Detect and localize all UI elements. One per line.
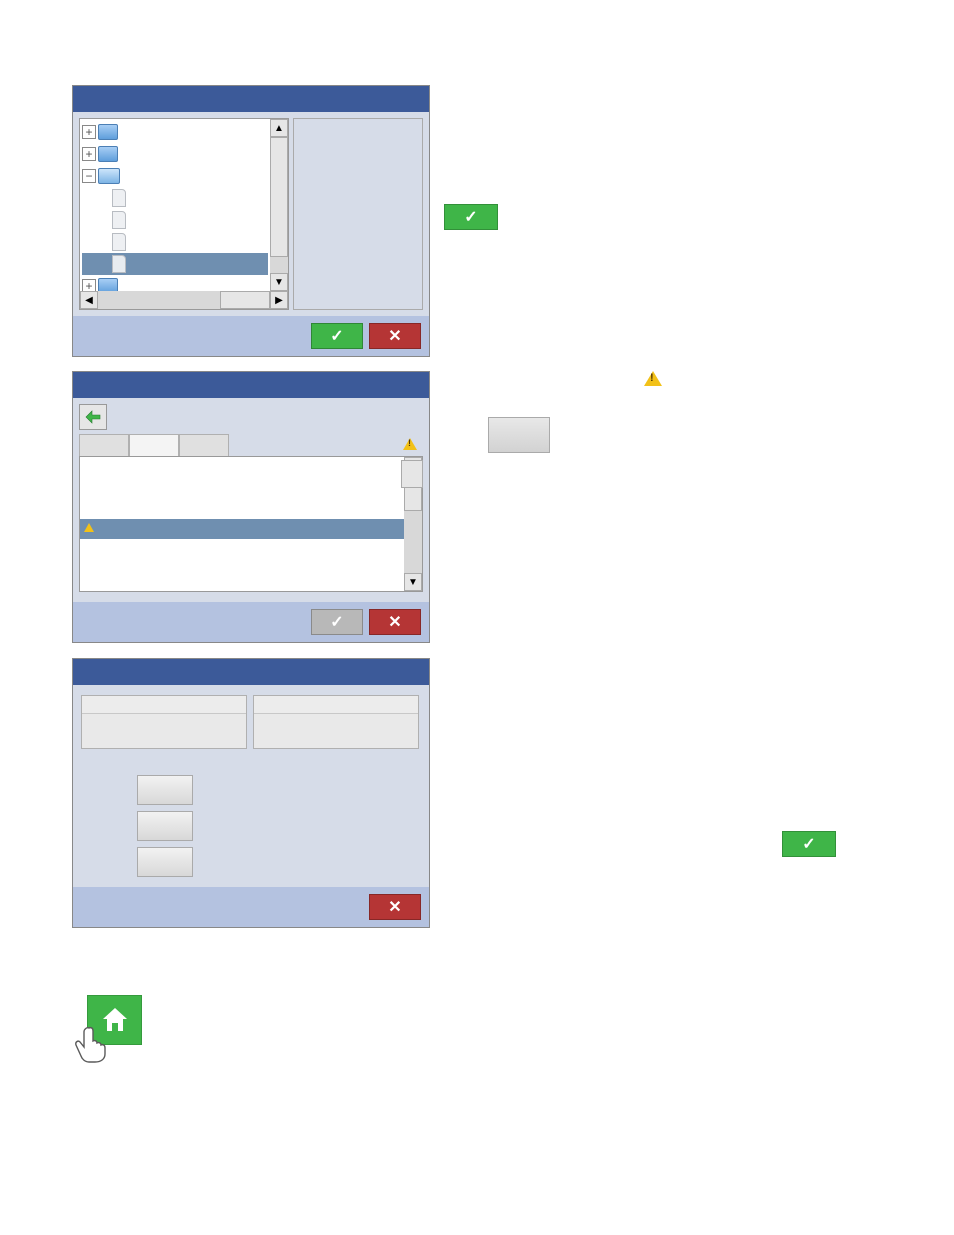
touch-home-icon bbox=[72, 995, 142, 1063]
file-tree-dialog: + + − bbox=[72, 85, 430, 357]
folder-icon bbox=[98, 124, 118, 140]
collapse-icon[interactable]: − bbox=[82, 169, 96, 183]
scroll-left-button[interactable]: ◀ bbox=[80, 291, 98, 309]
tree-row[interactable]: + bbox=[82, 275, 268, 291]
button-stack bbox=[137, 775, 193, 877]
folder-open-icon bbox=[98, 168, 120, 184]
dialog-titlebar bbox=[73, 86, 429, 112]
folder-icon bbox=[98, 278, 118, 291]
scroll-thumb[interactable] bbox=[220, 291, 270, 309]
check-icon bbox=[464, 207, 477, 227]
dialog-body: ▲ ▼ bbox=[73, 398, 429, 602]
ok-button[interactable] bbox=[311, 323, 363, 349]
form-dialog bbox=[72, 658, 430, 928]
tree-row[interactable]: + bbox=[82, 143, 268, 165]
dialog-footer bbox=[73, 602, 429, 642]
close-icon bbox=[388, 612, 401, 632]
field-label bbox=[82, 696, 246, 714]
scroll-up-button[interactable]: ▲ bbox=[270, 119, 288, 137]
tab-active[interactable] bbox=[129, 434, 179, 456]
dialog-body bbox=[73, 685, 429, 887]
close-icon bbox=[388, 897, 401, 917]
cancel-button[interactable] bbox=[369, 609, 421, 635]
warning-icon bbox=[403, 438, 417, 450]
check-icon bbox=[802, 834, 815, 854]
tree-row[interactable] bbox=[82, 231, 268, 253]
back-button[interactable] bbox=[79, 404, 107, 430]
tree-row-selected[interactable] bbox=[82, 253, 268, 275]
dialog-titlebar bbox=[73, 372, 429, 398]
form-field[interactable] bbox=[253, 695, 419, 749]
dialog-titlebar bbox=[73, 659, 429, 685]
close-icon bbox=[388, 326, 401, 346]
side-action-button[interactable] bbox=[401, 460, 423, 488]
file-icon bbox=[112, 255, 126, 273]
file-icon bbox=[112, 211, 126, 229]
ok-reference-icon bbox=[444, 204, 498, 230]
dialog-footer bbox=[73, 887, 429, 927]
tree-row[interactable]: + bbox=[82, 121, 268, 143]
option-button[interactable] bbox=[137, 847, 193, 877]
scroll-right-button[interactable]: ▶ bbox=[270, 291, 288, 309]
folder-icon bbox=[98, 146, 118, 162]
expand-icon[interactable]: + bbox=[82, 279, 96, 291]
cancel-button[interactable] bbox=[369, 323, 421, 349]
option-button[interactable] bbox=[137, 811, 193, 841]
tree-row[interactable] bbox=[82, 209, 268, 231]
scroll-down-button[interactable]: ▼ bbox=[270, 273, 288, 291]
list-dialog: ▲ ▼ bbox=[72, 371, 430, 643]
warning-icon bbox=[84, 523, 94, 532]
file-icon bbox=[112, 233, 126, 251]
scroll-thumb[interactable] bbox=[270, 137, 288, 257]
preview-pane bbox=[293, 118, 423, 310]
expand-icon[interactable]: + bbox=[82, 147, 96, 161]
form-field[interactable] bbox=[81, 695, 247, 749]
hand-pointer-icon bbox=[72, 1023, 112, 1063]
check-icon bbox=[330, 612, 343, 632]
tab-strip bbox=[79, 434, 423, 456]
vertical-scrollbar[interactable]: ▲ ▼ bbox=[270, 119, 288, 291]
ok-reference-icon bbox=[782, 831, 836, 857]
tab[interactable] bbox=[179, 434, 229, 456]
tab[interactable] bbox=[79, 434, 129, 456]
option-button[interactable] bbox=[137, 775, 193, 805]
back-arrow-icon bbox=[85, 410, 101, 424]
dialog-body: + + − bbox=[73, 112, 429, 316]
tree-row[interactable]: − bbox=[82, 165, 268, 187]
file-icon bbox=[112, 189, 126, 207]
dialog-footer bbox=[73, 316, 429, 356]
expand-icon[interactable]: + bbox=[82, 125, 96, 139]
warning-icon bbox=[644, 371, 662, 386]
file-tree[interactable]: + + − bbox=[80, 119, 270, 291]
list-box[interactable]: ▲ ▼ bbox=[79, 456, 423, 592]
list-row-selected[interactable] bbox=[80, 519, 404, 539]
tree-row[interactable] bbox=[82, 187, 268, 209]
field-label bbox=[254, 696, 418, 714]
file-tree-pane: + + − bbox=[79, 118, 289, 310]
grey-button-swatch bbox=[488, 417, 550, 453]
cancel-button[interactable] bbox=[369, 894, 421, 920]
scroll-down-button[interactable]: ▼ bbox=[404, 573, 422, 591]
horizontal-scrollbar[interactable]: ◀ ▶ bbox=[80, 291, 288, 309]
ok-button-disabled bbox=[311, 609, 363, 635]
check-icon bbox=[330, 326, 343, 346]
